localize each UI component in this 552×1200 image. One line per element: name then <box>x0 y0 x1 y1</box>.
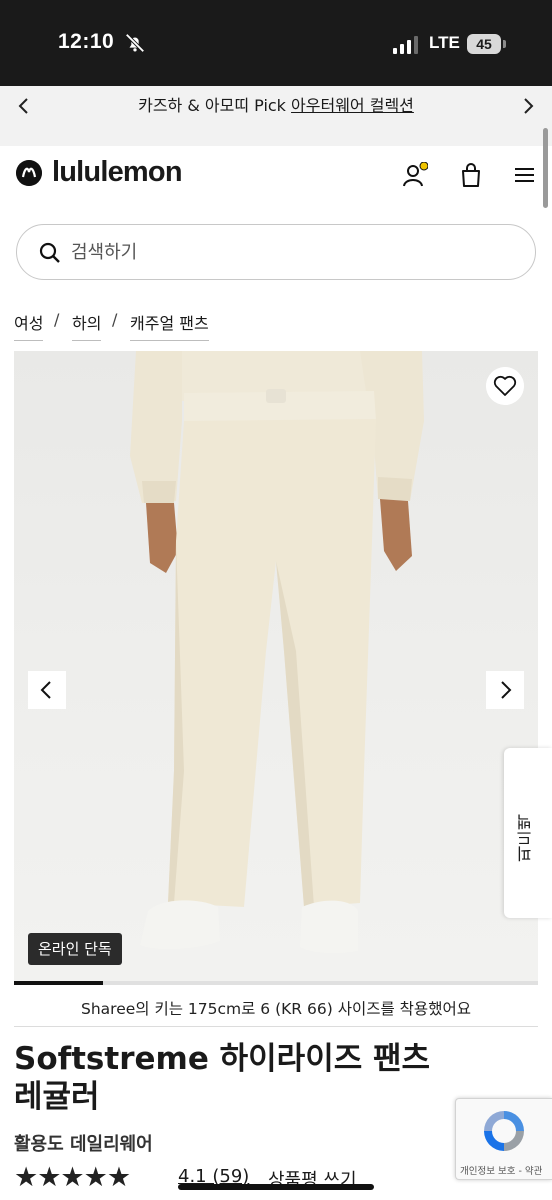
product-subtitle: 활용도 데일리웨어 <box>14 1134 153 1155</box>
battery-tip <box>503 40 506 48</box>
promo-text: 카즈하 & 아모띠 Pick 아우터웨어 컬렉션 <box>0 96 552 116</box>
feedback-label: 피드백 <box>516 814 535 862</box>
bell-off-icon <box>125 33 145 53</box>
status-bar: 12:10 LTE 45 <box>0 0 552 86</box>
carousel-progress-fill <box>14 981 104 985</box>
carousel-prev-button[interactable] <box>28 671 66 709</box>
status-time: 12:10 <box>58 30 115 53</box>
feedback-tab[interactable]: 피드백 <box>504 748 552 918</box>
chevron-right-icon[interactable] <box>518 96 538 116</box>
network-type: LTE <box>429 33 460 52</box>
breadcrumb-item-women[interactable]: 여성 <box>14 310 44 341</box>
battery-icon: 45 <box>467 34 501 54</box>
divider <box>14 1026 538 1027</box>
carousel-progress <box>14 981 538 985</box>
breadcrumb-item-bottoms[interactable]: 하의 <box>72 310 102 341</box>
breadcrumb-item-casual-pants[interactable]: 캐주얼 팬츠 <box>130 310 209 341</box>
search-input[interactable] <box>71 239 491 265</box>
promo-bar: 카즈하 & 아모띠 Pick 아우터웨어 컬렉션 <box>0 86 552 146</box>
account-icon[interactable] <box>402 162 428 188</box>
search-icon <box>39 242 60 263</box>
wishlist-heart-icon[interactable] <box>486 367 524 405</box>
scrollbar-thumb[interactable] <box>543 128 548 208</box>
model-size-note: Sharee의 키는 175cm로 6 (KR 66) 사이즈를 착용했어요 <box>81 1000 471 1018</box>
promo-prefix: 카즈하 & 아모띠 Pick <box>138 96 292 115</box>
product-title: Softstreme 하이라이즈 팬츠 레귤러 <box>14 1041 431 1115</box>
rating-stars: ★★★★★ <box>14 1162 131 1193</box>
site-header: lululemon <box>0 146 552 210</box>
breadcrumb-separator: / <box>112 310 118 329</box>
product-image-carousel[interactable]: 온라인 단독 <box>14 351 538 983</box>
recaptcha-badge[interactable]: 개인정보 보호 - 약관 <box>455 1098 552 1180</box>
product-photo <box>130 351 424 954</box>
breadcrumb-separator: / <box>54 310 60 329</box>
lululemon-logo-icon[interactable] <box>16 160 42 186</box>
signal-icon <box>393 36 418 54</box>
home-indicator[interactable] <box>178 1184 374 1190</box>
recaptcha-icon <box>484 1111 524 1151</box>
promo-link[interactable]: 아우터웨어 컬렉션 <box>291 96 414 115</box>
recaptcha-label[interactable]: 개인정보 보호 - 약관 <box>460 1163 542 1177</box>
carousel-next-button[interactable] <box>486 671 524 709</box>
online-exclusive-badge: 온라인 단독 <box>28 933 122 965</box>
shopping-bag-icon[interactable] <box>458 162 484 188</box>
brand-wordmark[interactable]: lululemon <box>52 156 183 189</box>
search-bar[interactable] <box>16 224 536 280</box>
menu-icon[interactable] <box>512 162 538 188</box>
